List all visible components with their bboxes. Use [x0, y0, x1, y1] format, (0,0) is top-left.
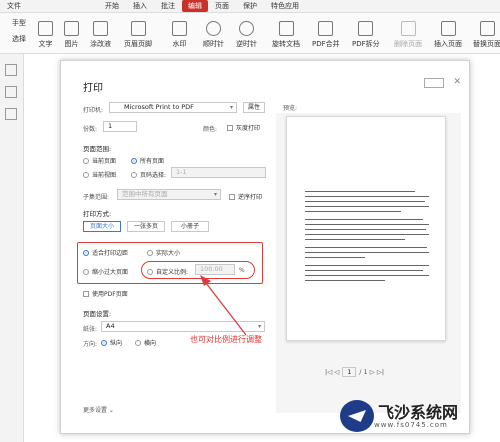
site-watermark: 飞沙系统网 www.fs0745.com [340, 400, 458, 432]
site-logo-icon [340, 400, 374, 432]
watermark-name: 飞沙系统网 [378, 402, 459, 422]
annotation-text: 也可对比例进行调整 [190, 335, 262, 344]
annotation-arrow [200, 275, 247, 336]
watermark-url: www.fs0745.com [374, 420, 448, 429]
